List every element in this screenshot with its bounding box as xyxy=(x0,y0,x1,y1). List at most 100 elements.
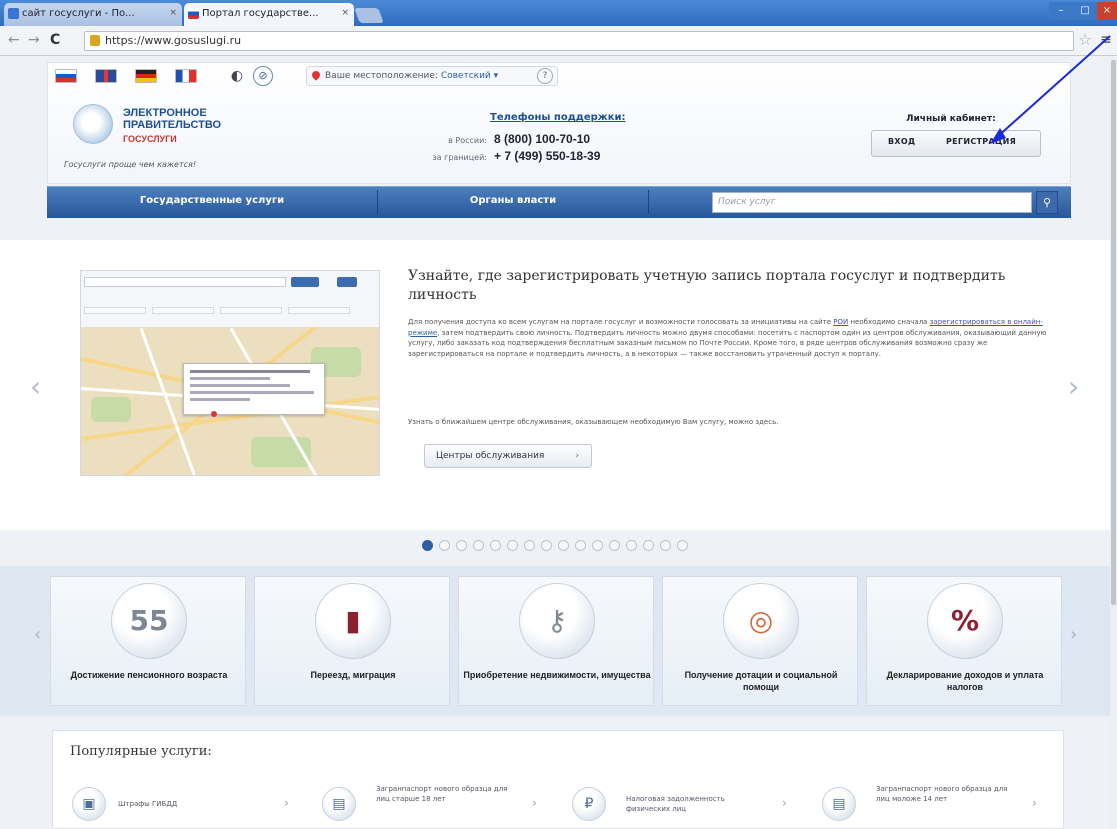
phone-abroad-label: за границей: xyxy=(432,153,487,162)
category-card-pension[interactable]: 55 Достижение пенсионного возраста xyxy=(50,576,246,706)
flag-germany-icon[interactable] xyxy=(135,69,157,83)
banner-text-part: Для получения доступа ко всем услугам на… xyxy=(408,318,834,326)
traffic-light-icon[interactable]: ▣ xyxy=(72,787,106,821)
carousel-dot[interactable] xyxy=(558,540,569,551)
flag-russia-icon[interactable] xyxy=(55,69,77,83)
carousel-dot[interactable] xyxy=(507,540,518,551)
close-tab-icon[interactable]: × xyxy=(169,3,177,24)
carousel-dot[interactable] xyxy=(677,540,688,551)
carousel-prev-icon[interactable]: ‹ xyxy=(30,370,41,403)
category-card-property[interactable]: ⚷ Приобретение недвижимости, имущества xyxy=(458,576,654,706)
phone-russia-label: в России: xyxy=(448,136,487,145)
category-card-taxes[interactable]: % Декларирование доходов и уплата налого… xyxy=(866,576,1062,706)
google-favicon-icon xyxy=(8,8,19,19)
bookmark-star-icon[interactable]: ☆ xyxy=(1078,30,1092,49)
lock-icon xyxy=(90,35,100,46)
address-url: https://www.gosuslugi.ru xyxy=(105,34,242,47)
category-card-migration[interactable]: ▮ Переезд, миграция xyxy=(254,576,450,706)
category-label: Получение дотации и социальной помощи xyxy=(684,670,838,692)
reload-icon[interactable]: C xyxy=(50,32,60,48)
flag-uk-icon[interactable] xyxy=(95,69,117,83)
chevron-right-icon[interactable]: › xyxy=(1032,796,1037,810)
maximize-icon[interactable]: □ xyxy=(1073,2,1097,20)
popular-item-label[interactable]: Налоговая задолженность физических лиц xyxy=(626,794,762,814)
carousel-dot[interactable] xyxy=(660,540,671,551)
search-icon[interactable]: ⚲ xyxy=(1036,191,1058,214)
nav-divider xyxy=(648,190,649,214)
minimize-icon[interactable]: – xyxy=(1049,2,1073,20)
login-button[interactable]: ВХОД xyxy=(888,137,915,146)
banner-text: Для получения доступа ко всем услугам на… xyxy=(408,317,1048,359)
passport-icon: ▮ xyxy=(315,583,391,659)
register-button[interactable]: РЕГИСТРАЦИЯ xyxy=(946,137,1016,146)
support-phones-title[interactable]: Телефоны поддержки: xyxy=(490,112,626,123)
chevron-right-icon[interactable]: › xyxy=(284,796,289,810)
map-search-button xyxy=(291,277,319,287)
forward-arrow-icon[interactable]: → xyxy=(28,32,40,48)
category-next-icon[interactable]: › xyxy=(1070,624,1077,645)
category-label: Декларирование доходов и уплата налогов xyxy=(886,670,1044,692)
category-prev-icon[interactable]: ‹ xyxy=(34,624,41,645)
close-window-icon[interactable]: × xyxy=(1097,2,1117,20)
roi-link[interactable]: РОИ xyxy=(833,318,848,326)
tab-label: сайт госуслуги - По... xyxy=(22,8,135,19)
browser-menu-icon[interactable]: ≡ xyxy=(1100,32,1112,48)
back-arrow-icon[interactable]: ← xyxy=(8,32,20,48)
logo-line-3[interactable]: ГОСУСЛУГИ xyxy=(123,133,177,145)
carousel-dot[interactable] xyxy=(609,540,620,551)
chevron-right-icon[interactable]: › xyxy=(532,796,537,810)
browser-tab-search[interactable]: сайт госуслуги - По... × xyxy=(4,3,182,26)
category-label: Переезд, миграция xyxy=(310,670,396,680)
carousel-dot[interactable] xyxy=(524,540,535,551)
nav-authorities[interactable]: Органы власти xyxy=(378,186,648,218)
map-tab xyxy=(152,307,214,314)
passport-icon[interactable]: ▤ xyxy=(322,787,356,821)
compass-icon[interactable]: ⊘ xyxy=(253,66,273,86)
map-filter-button xyxy=(337,277,357,287)
popular-item-label[interactable]: Загранпаспорт нового образца для лиц мол… xyxy=(876,784,1012,804)
carousel-dot[interactable] xyxy=(456,540,467,551)
address-bar[interactable]: https://www.gosuslugi.ru xyxy=(84,31,1074,51)
new-tab-button[interactable] xyxy=(354,8,384,23)
scrollbar-thumb[interactable] xyxy=(1111,60,1116,605)
search-input[interactable]: Поиск услуг xyxy=(712,192,1032,213)
popular-item-label[interactable]: Штрафы ГИБДД xyxy=(118,799,248,809)
carousel-dot[interactable] xyxy=(490,540,501,551)
logo-line-2[interactable]: ПРАВИТЕЛЬСТВО xyxy=(123,119,221,131)
location-pin-icon xyxy=(310,69,322,81)
lifebuoy-icon: ◎ xyxy=(723,583,799,659)
nav-gov-services[interactable]: Государственные услуги xyxy=(47,186,377,218)
close-tab-icon[interactable]: × xyxy=(341,3,349,24)
logo-tagline: Госуслуги проще чем кажется! xyxy=(64,160,197,169)
carousel-dot[interactable] xyxy=(626,540,637,551)
popular-item-label[interactable]: Загранпаспорт нового образца для лиц ста… xyxy=(376,784,512,804)
carousel-dot[interactable] xyxy=(422,540,433,551)
map-tab xyxy=(288,307,350,314)
carousel-dot[interactable] xyxy=(643,540,654,551)
category-card-social[interactable]: ◎ Получение дотации и социальной помощи xyxy=(662,576,858,706)
language-bar: ◐ ⊘ xyxy=(55,66,299,86)
carousel-dot[interactable] xyxy=(592,540,603,551)
accessibility-icon[interactable]: ◐ xyxy=(227,66,247,86)
service-centers-button[interactable]: Центры обслуживания › xyxy=(424,444,592,468)
location-selector[interactable]: Ваше местоположение: Советский ▾ ? xyxy=(306,66,558,86)
calendar-icon: 55 xyxy=(111,583,187,659)
help-icon[interactable]: ? xyxy=(537,68,553,84)
tax-icon[interactable]: ₽ xyxy=(572,787,606,821)
flag-france-icon[interactable] xyxy=(175,69,197,83)
passport-icon[interactable]: ▤ xyxy=(822,787,856,821)
banner-text-part: необходимо сначала xyxy=(848,318,930,326)
banner-map-image xyxy=(80,270,380,476)
carousel-dot[interactable] xyxy=(541,540,552,551)
carousel-dot[interactable] xyxy=(575,540,586,551)
browser-toolbar: ← → C https://www.gosuslugi.ru ☆ ≡ xyxy=(0,26,1117,56)
chevron-right-icon[interactable]: › xyxy=(782,796,787,810)
browser-tab-gosuslugi[interactable]: Портал государстве... × xyxy=(184,3,354,26)
carousel-next-icon[interactable]: › xyxy=(1068,370,1079,403)
logo-line-1[interactable]: ЭЛЕКТРОННОЕ xyxy=(123,107,207,119)
gosuslugi-logo-icon[interactable] xyxy=(73,104,113,144)
carousel-dot[interactable] xyxy=(439,540,450,551)
location-label: Ваше местоположение: xyxy=(325,71,438,81)
carousel-dot[interactable] xyxy=(473,540,484,551)
location-city[interactable]: Советский ▾ xyxy=(441,71,498,81)
